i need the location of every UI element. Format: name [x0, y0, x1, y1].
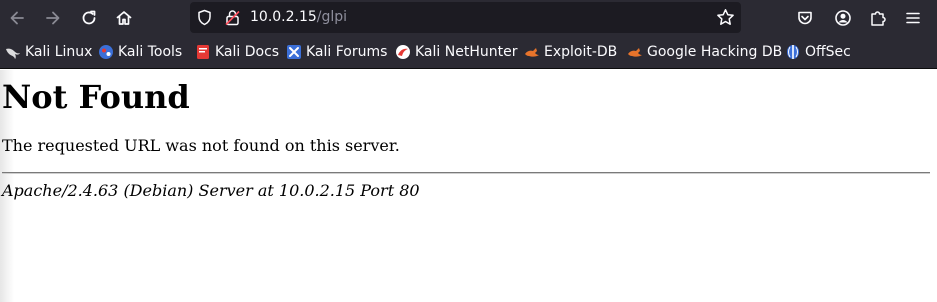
server-signature: Apache/2.4.63 (Debian) Server at 10.0.2.…: [2, 181, 420, 200]
kali-forums-icon: [286, 44, 302, 60]
bookmark-label: Kali NetHunter: [415, 44, 518, 60]
account-icon: [835, 10, 851, 26]
url-path: /glpi: [316, 9, 348, 25]
bookmarks-toolbar: Kali Linux Kali Tools Kali Docs Kali For…: [0, 36, 937, 69]
page-title: Not Found: [2, 78, 190, 116]
kali-tools-icon: [98, 44, 114, 60]
error-message: The requested URL was not found on this …: [2, 136, 400, 155]
arrow-right-icon: [46, 11, 60, 25]
bookmark-label: Kali Linux: [25, 44, 93, 60]
bookmark-kali-linux[interactable]: Kali Linux: [5, 43, 92, 61]
home-button[interactable]: [112, 6, 136, 30]
insecure-lock-icon[interactable]: [224, 9, 241, 26]
forward-button[interactable]: [41, 6, 65, 30]
reload-icon: [82, 10, 96, 25]
bookmark-label: Kali Forums: [306, 44, 388, 60]
horizontal-rule: [2, 172, 930, 174]
extensions-button[interactable]: [866, 6, 890, 30]
kali-docs-icon: [195, 44, 211, 60]
bookmark-label: Exploit-DB: [544, 44, 618, 60]
browser-toolbar: 10.0.2.15/glpi: [0, 0, 937, 36]
pocket-icon: [798, 11, 812, 25]
home-icon: [116, 11, 132, 25]
url-text[interactable]: 10.0.2.15/glpi: [250, 9, 347, 26]
url-host: 10.0.2.15: [250, 9, 317, 25]
bookmark-star-icon[interactable]: [716, 8, 735, 27]
bookmark-kali-docs[interactable]: Kali Docs: [195, 43, 279, 61]
kali-dragon-icon: [5, 44, 21, 60]
back-button[interactable]: [5, 6, 29, 30]
menu-button[interactable]: [901, 6, 925, 30]
puzzle-piece-icon: [871, 11, 886, 26]
pocket-button[interactable]: [793, 6, 817, 30]
bookmark-label: Google Hacking DB: [647, 44, 783, 60]
reload-button[interactable]: [77, 6, 101, 30]
kali-nethunter-icon: [395, 44, 411, 60]
bookmark-exploit-db[interactable]: Exploit-DB: [524, 43, 617, 61]
bookmark-label: Kali Tools: [118, 44, 183, 60]
hamburger-menu-icon: [906, 12, 920, 24]
bookmark-offsec[interactable]: OffSec: [785, 43, 851, 61]
ghdb-icon: [627, 44, 643, 60]
bookmark-kali-tools[interactable]: Kali Tools: [98, 43, 182, 61]
arrow-left-icon: [10, 11, 24, 25]
shield-icon[interactable]: [196, 9, 213, 26]
exploit-db-icon: [524, 44, 540, 60]
bookmark-kali-nethunter[interactable]: Kali NetHunter: [395, 43, 517, 61]
bookmark-label: Kali Docs: [215, 44, 280, 60]
offsec-icon: [785, 44, 801, 60]
bookmark-label: OffSec: [805, 44, 851, 60]
bookmark-kali-forums[interactable]: Kali Forums: [286, 43, 387, 61]
account-button[interactable]: [831, 6, 855, 30]
url-bar[interactable]: 10.0.2.15/glpi: [190, 2, 741, 33]
bookmark-google-hacking-db[interactable]: Google Hacking DB: [627, 43, 782, 61]
